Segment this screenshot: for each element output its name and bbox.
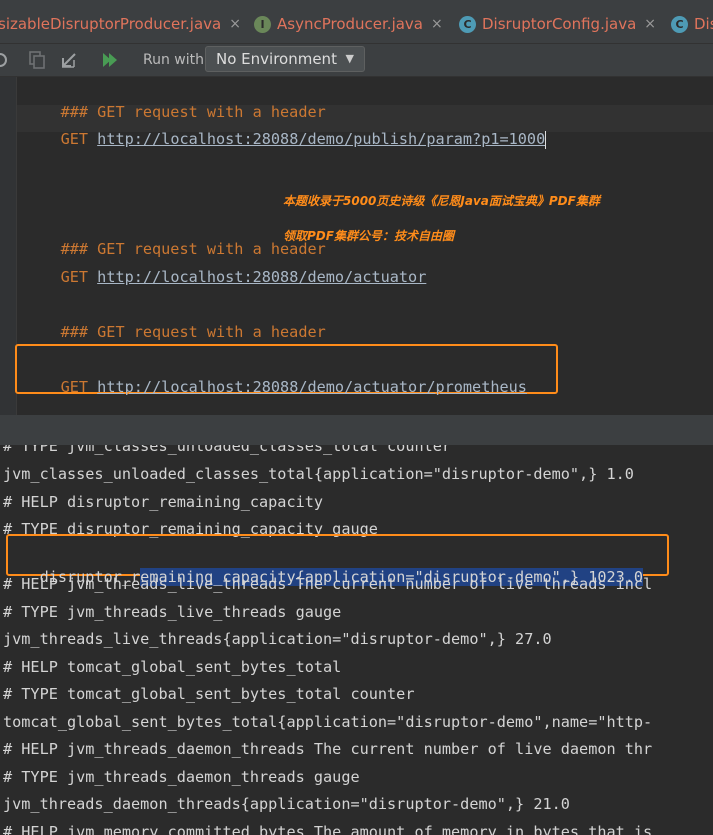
- chevron-down-icon: ▼: [345, 52, 354, 65]
- run-all-icon[interactable]: [100, 50, 120, 70]
- response-line: # HELP jvm_threads_daemon_threads The cu…: [3, 740, 653, 758]
- editor-tab-bar: sizableDisruptorProducer.java × I AsyncP…: [0, 0, 713, 44]
- response-line: tomcat_global_sent_bytes_total{applicati…: [3, 713, 653, 731]
- response-line: # TYPE jvm_threads_daemon_threads gauge: [3, 768, 360, 786]
- request-url-link[interactable]: http://localhost:28088/demo/publish/para…: [97, 130, 545, 148]
- class-icon: C: [671, 15, 688, 33]
- watermark-text-2: 领取PDF集群公号：技术自由圈: [283, 229, 454, 243]
- response-line: # TYPE jvm_threads_live_threads gauge: [3, 603, 342, 621]
- http-method: GET: [60, 130, 89, 148]
- run-with-label: Run with:: [143, 52, 209, 68]
- response-line: jvm_threads_daemon_threads{application="…: [3, 795, 570, 813]
- close-tab-icon[interactable]: ×: [431, 16, 443, 32]
- request-line-1[interactable]: GET http://localhost:28088/demo/publish/…: [24, 109, 547, 169]
- tab-label: DisruptorConfig.java: [482, 15, 637, 33]
- response-line: # TYPE jvm_classes_unloaded_classes_tota…: [3, 445, 452, 455]
- environment-select[interactable]: No Environment ▼: [205, 46, 365, 72]
- tab-dis-truncated[interactable]: C Dis: [671, 6, 713, 42]
- request-line-2[interactable]: GET http://localhost:28088/demo/actuator: [24, 247, 427, 307]
- tab-label: AsyncProducer.java: [277, 15, 423, 33]
- tab-async-producer[interactable]: I AsyncProducer.java ×: [254, 6, 443, 42]
- http-request-editor[interactable]: ### GET request with a header GET http:/…: [0, 77, 713, 415]
- http-method: GET: [60, 378, 89, 396]
- response-line: # TYPE tomcat_global_sent_bytes_total co…: [3, 685, 415, 703]
- tab-sizable-disruptor-producer[interactable]: sizableDisruptorProducer.java ×: [0, 6, 241, 42]
- class-icon: C: [459, 15, 476, 33]
- text-caret: [545, 130, 547, 149]
- response-output[interactable]: # TYPE jvm_classes_unloaded_classes_tota…: [0, 445, 713, 835]
- response-line: # HELP tomcat_global_sent_bytes_total: [3, 658, 342, 676]
- request-line-3[interactable]: GET http://localhost:28088/demo/actuator…: [24, 357, 527, 415]
- request-url-link[interactable]: http://localhost:28088/demo/actuator: [97, 268, 426, 286]
- http-client-toolbar: Run with: No Environment ▼: [0, 44, 713, 77]
- watermark-text-1: 本题收录于5000页史诗级《尼恩Java面试宝典》PDF集群: [283, 194, 600, 208]
- tab-label: Dis: [694, 15, 713, 33]
- response-line: jvm_threads_live_threads{application="di…: [3, 630, 552, 648]
- close-tab-icon[interactable]: ×: [644, 16, 656, 32]
- interface-icon: I: [254, 15, 271, 33]
- response-line: jvm_classes_unloaded_classes_total{appli…: [3, 465, 634, 483]
- tab-label: sizableDisruptorProducer.java: [0, 15, 222, 33]
- response-line: # HELP jvm_threads_live_threads The curr…: [3, 575, 653, 593]
- tab-disruptor-config[interactable]: C DisruptorConfig.java ×: [459, 6, 656, 42]
- import-icon[interactable]: [59, 50, 79, 70]
- response-line: # HELP disruptor_remaining_capacity: [3, 493, 324, 511]
- response-line: # HELP jvm_memory_committed_bytes The am…: [3, 823, 653, 835]
- copy-icon[interactable]: [27, 50, 47, 70]
- environment-value: No Environment: [216, 50, 337, 68]
- http-method: GET: [60, 268, 89, 286]
- request-url-link[interactable]: http://localhost:28088/demo/actuator/pro…: [97, 378, 527, 396]
- response-panel-header: [0, 415, 713, 445]
- partial-left-icon[interactable]: [0, 50, 14, 70]
- close-tab-icon[interactable]: ×: [229, 16, 241, 32]
